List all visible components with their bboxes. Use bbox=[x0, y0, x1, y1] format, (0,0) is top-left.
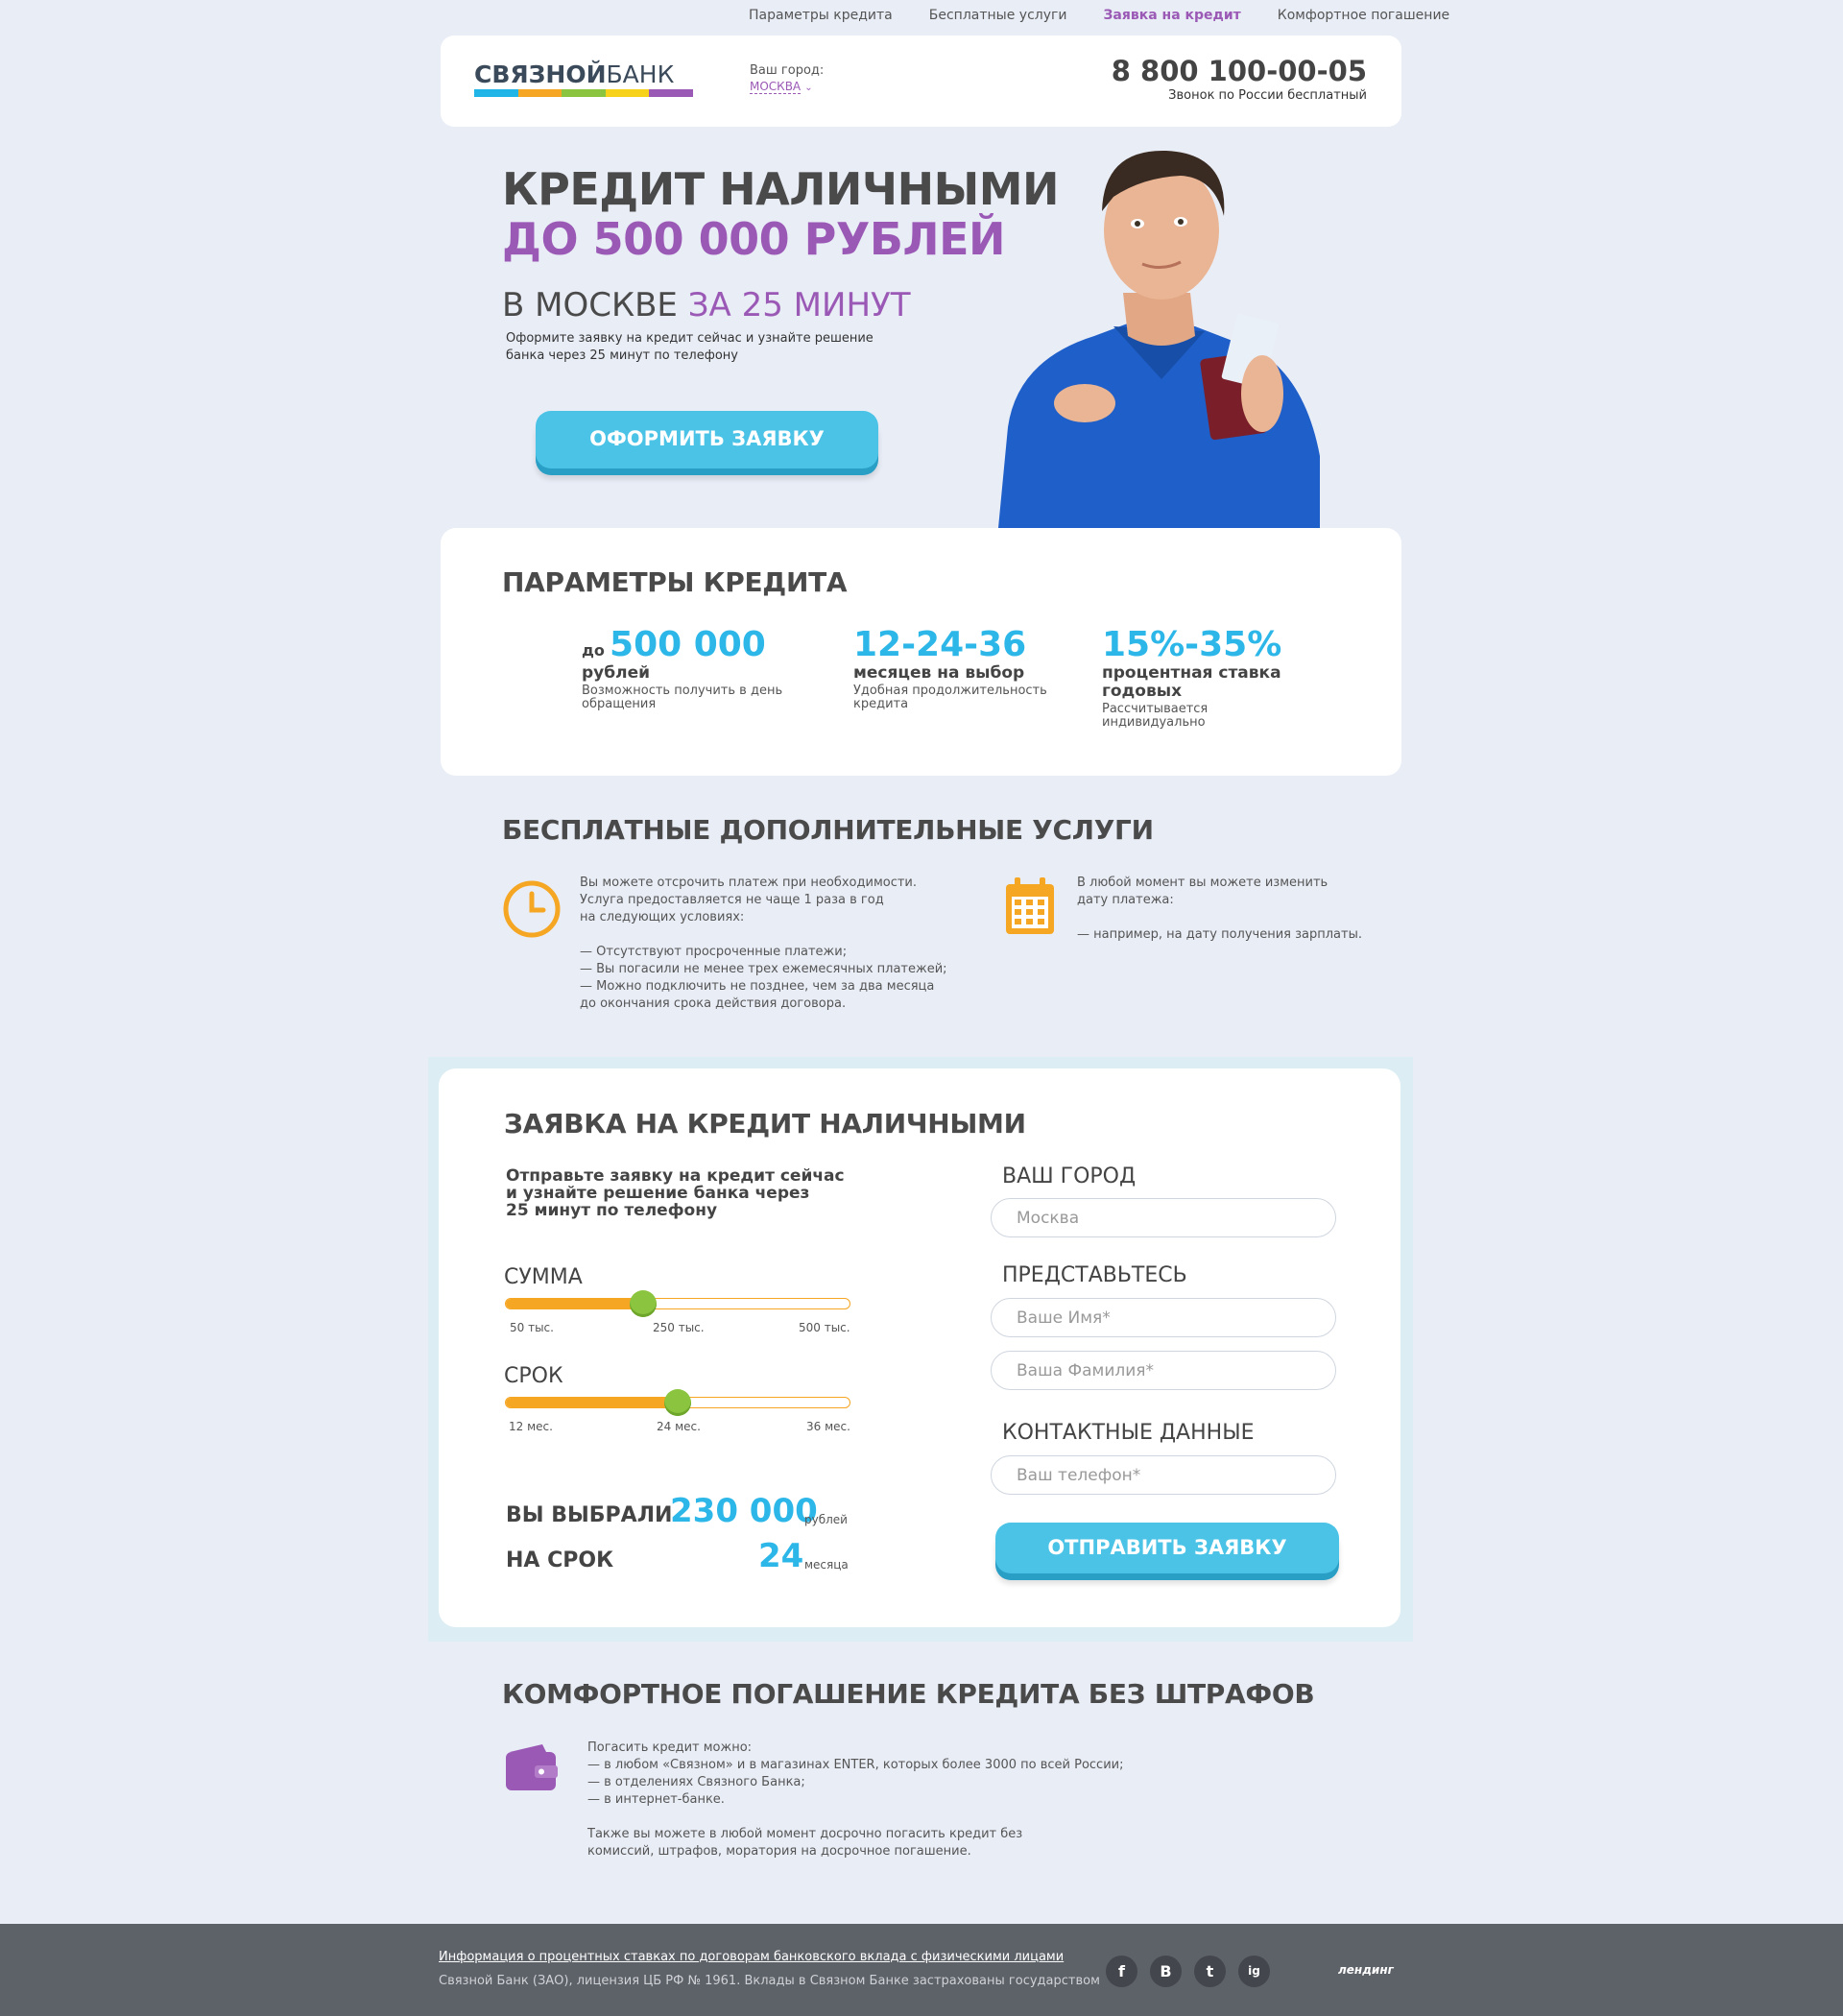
footer bbox=[0, 1924, 1843, 2016]
logo-bar bbox=[474, 89, 518, 97]
footer-rates-link[interactable]: Информация о процентных ставках по догов… bbox=[439, 1950, 1064, 1964]
term-tick-max: 36 мес. bbox=[806, 1420, 850, 1433]
chevron-down-icon[interactable]: ⌄ bbox=[804, 83, 812, 93]
submit-application-button[interactable]: ОТПРАВИТЬ ЗАЯВКУ bbox=[995, 1523, 1339, 1573]
param-rate: 15%-35% процентная ставка годовых Рассчи… bbox=[1102, 626, 1294, 730]
param-value: 12-24-36 bbox=[853, 625, 1027, 664]
instagram-icon[interactable]: ig bbox=[1238, 1956, 1270, 1987]
footer-legal-note: Связной Банк (ЗАО), лицензия ЦБ РФ № 196… bbox=[439, 1974, 1100, 1988]
wallet-icon bbox=[506, 1744, 558, 1790]
bank-logo[interactable]: СВЯЗНОЙБАНК bbox=[474, 62, 693, 97]
hero-subtitle-plain: В МОСКВЕ bbox=[502, 286, 688, 324]
comfort-title: КОМФОРТНОЕ ПОГАШЕНИЕ КРЕДИТА БЕЗ ШТРАФОВ bbox=[502, 1678, 1315, 1710]
city-value[interactable]: МОСКВА bbox=[750, 80, 802, 94]
calendar-icon bbox=[1006, 877, 1054, 934]
vkontakte-icon[interactable]: В bbox=[1150, 1956, 1182, 1987]
term-slider-fill bbox=[506, 1398, 678, 1407]
term-tick-mid: 24 мес. bbox=[657, 1420, 701, 1433]
chosen-term-unit: месяца bbox=[804, 1558, 849, 1572]
param-description: Возможность получить в день обращения bbox=[582, 684, 783, 711]
nav-link-params[interactable]: Параметры кредита bbox=[749, 8, 893, 23]
chosen-amount-value: 230 000 bbox=[670, 1492, 818, 1530]
param-unit: месяцев на выбор bbox=[853, 663, 1025, 683]
logo-bar bbox=[517, 89, 562, 97]
landing-logo[interactable]: лендинг bbox=[1338, 1963, 1394, 1977]
services-right-text: В любой момент вы можете изменить дату п… bbox=[1077, 876, 1362, 942]
apply-button[interactable]: ОФОРМИТЬ ЗАЯВКУ bbox=[536, 411, 878, 468]
comfort-text: Погасить кредит можно: — в любом «Связно… bbox=[587, 1740, 1124, 1859]
services-left-text: Вы можете отсрочить платеж при необходим… bbox=[580, 876, 947, 1011]
phone-block: 8 800 100-00-05 Звонок по России бесплат… bbox=[1112, 55, 1367, 103]
top-navigation: Параметры кредита Бесплатные услуги Заяв… bbox=[749, 8, 1449, 23]
logo-main-text: СВЯЗНОЙ bbox=[474, 60, 607, 88]
phone-input[interactable] bbox=[991, 1455, 1336, 1495]
logo-color-bars bbox=[474, 89, 693, 97]
chosen-amount-unit: рублей bbox=[804, 1513, 848, 1526]
phone-number[interactable]: 8 800 100-00-05 bbox=[1112, 55, 1367, 87]
param-prefix: до bbox=[582, 641, 605, 660]
sum-slider-fill bbox=[506, 1299, 644, 1308]
param-amount: до 500 000 рублей Возможность получить в… bbox=[582, 626, 793, 711]
param-description: Удобная продолжительность кредита bbox=[853, 684, 1047, 711]
sum-slider-handle[interactable] bbox=[630, 1290, 658, 1317]
city-input[interactable] bbox=[991, 1198, 1336, 1237]
nav-link-services[interactable]: Бесплатные услуги bbox=[929, 8, 1067, 23]
services-title: БЕСПЛАТНЫЕ ДОПОЛНИТЕЛЬНЫЕ УСЛУГИ bbox=[502, 814, 1154, 846]
param-unit: рублей bbox=[582, 663, 651, 683]
chosen-term-value: 24 bbox=[758, 1537, 804, 1575]
contact-heading: КОНТАКТНЫЕ ДАННЫЕ bbox=[1002, 1421, 1255, 1445]
term-slider-track[interactable] bbox=[505, 1389, 850, 1416]
first-name-input[interactable] bbox=[991, 1298, 1336, 1337]
nav-link-application[interactable]: Заявка на кредит bbox=[1103, 8, 1240, 23]
param-description: Рассчитывается индивидуально bbox=[1102, 702, 1209, 730]
introduce-heading: ПРЕДСТАВЬТЕСЬ bbox=[1002, 1263, 1187, 1287]
hero-subtitle: В МОСКВЕ ЗА 25 МИНУТ bbox=[502, 286, 911, 324]
param-value: 15%-35% bbox=[1102, 625, 1282, 664]
hero-title-line1: КРЕДИТ НАЛИЧНЫМИ bbox=[502, 163, 1060, 215]
logo-bar bbox=[562, 89, 606, 97]
sum-tick-min: 50 тыс. bbox=[510, 1321, 554, 1334]
param-value: 500 000 bbox=[610, 625, 766, 664]
city-selector: Ваш город: МОСКВА ⌄ bbox=[750, 63, 824, 94]
city-label: Ваш город: bbox=[750, 63, 825, 78]
city-heading: ВАШ ГОРОД bbox=[1002, 1164, 1137, 1188]
hero-title-line2: ДО 500 000 РУБЛЕЙ bbox=[502, 213, 1006, 265]
nav-link-repayment[interactable]: Комфортное погашение bbox=[1278, 8, 1449, 23]
param-unit: процентная ставка годовых bbox=[1102, 663, 1281, 701]
form-lead-text: Отправьте заявку на кредит сейчас и узна… bbox=[506, 1166, 845, 1220]
header-card: СВЯЗНОЙБАНК Ваш город: МОСКВА ⌄ 8 800 10… bbox=[441, 36, 1401, 127]
logo-bar bbox=[605, 89, 650, 97]
twitter-icon[interactable]: t bbox=[1194, 1956, 1226, 1987]
sum-tick-mid: 250 тыс. bbox=[653, 1321, 705, 1334]
term-tick-min: 12 мес. bbox=[509, 1420, 553, 1433]
last-name-input[interactable] bbox=[991, 1351, 1336, 1390]
facebook-icon[interactable]: f bbox=[1106, 1956, 1137, 1987]
logo-text: СВЯЗНОЙБАНК bbox=[474, 62, 693, 87]
chosen-term-label: НА СРОК bbox=[506, 1548, 614, 1572]
phone-note: Звонок по России бесплатный bbox=[1168, 88, 1367, 103]
city-dropdown[interactable]: МОСКВА ⌄ bbox=[750, 78, 824, 94]
man-with-passport-illustration bbox=[998, 150, 1320, 528]
sum-label: СУММА bbox=[504, 1265, 583, 1289]
term-slider-handle[interactable] bbox=[664, 1389, 691, 1416]
logo-bank-text: БАНК bbox=[606, 60, 675, 88]
clock-icon bbox=[503, 880, 561, 938]
hero-subtitle-accent: ЗА 25 МИНУТ bbox=[687, 286, 911, 324]
logo-bar bbox=[649, 89, 693, 97]
hero-description: Оформите заявку на кредит сейчас и узнай… bbox=[506, 331, 874, 363]
term-label: СРОК bbox=[504, 1364, 563, 1388]
chosen-amount-label: ВЫ ВЫБРАЛИ bbox=[506, 1503, 673, 1527]
form-title: ЗАЯВКА НА КРЕДИТ НАЛИЧНЫМИ bbox=[504, 1108, 1026, 1140]
sum-tick-max: 500 тыс. bbox=[799, 1321, 850, 1334]
sum-slider-track[interactable] bbox=[505, 1290, 850, 1317]
param-term: 12-24-36 месяцев на выбор Удобная продол… bbox=[853, 626, 1065, 711]
params-title: ПАРАМЕТРЫ КРЕДИТА bbox=[502, 566, 848, 598]
